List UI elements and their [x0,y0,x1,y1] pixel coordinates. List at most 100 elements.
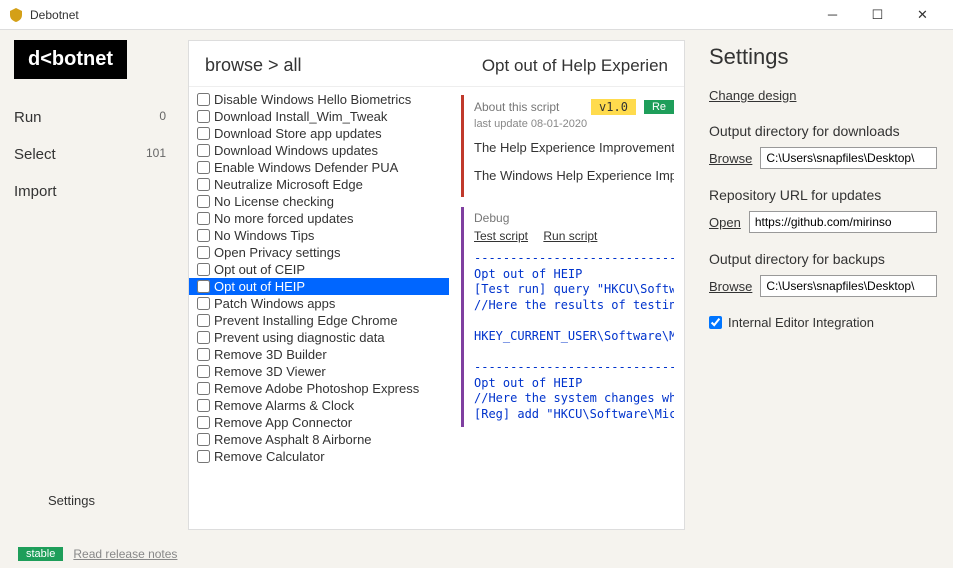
window-title: Debotnet [30,8,810,22]
about-panel: About this script v1.0 Re last update 08… [461,95,684,197]
script-label: Patch Windows apps [214,296,335,311]
output-backups-label: Output directory for backups [709,251,937,267]
script-label: Opt out of CEIP [214,262,305,277]
output-backups-input[interactable] [760,275,937,297]
script-label: Remove Calculator [214,449,325,464]
browse-backups-link[interactable]: Browse [709,279,752,294]
script-label: Remove Alarms & Clock [214,398,354,413]
script-checkbox[interactable] [197,127,210,140]
script-checkbox[interactable] [197,450,210,463]
breadcrumb: browse > all Opt out of Help Experien [189,41,684,87]
script-item[interactable]: Enable Windows Defender PUA [189,159,449,176]
script-item[interactable]: Download Install_Wim_Tweak [189,108,449,125]
script-label: Remove 3D Builder [214,347,327,362]
close-button[interactable]: ✕ [900,0,945,30]
script-checkbox[interactable] [197,110,210,123]
minimize-button[interactable]: ─ [810,0,855,30]
statusbar: stable Read release notes [0,540,953,568]
script-item[interactable]: Opt out of HEIP [189,278,449,295]
script-item[interactable]: No License checking [189,193,449,210]
script-checkbox[interactable] [197,263,210,276]
about-heading: About this script [474,100,559,114]
script-item[interactable]: Neutralize Microsoft Edge [189,176,449,193]
script-item[interactable]: Disable Windows Hello Biometrics [189,91,449,108]
script-item[interactable]: Download Windows updates [189,142,449,159]
script-item[interactable]: Download Store app updates [189,125,449,142]
breadcrumb-path: browse > all [205,55,302,76]
app-icon [8,7,24,23]
script-checkbox[interactable] [197,280,210,293]
script-checkbox[interactable] [197,365,210,378]
script-list[interactable]: Disable Windows Hello Biometrics Download… [189,87,449,529]
script-checkbox[interactable] [197,246,210,259]
repo-url-input[interactable] [749,211,937,233]
script-item[interactable]: Prevent using diagnostic data [189,329,449,346]
script-item[interactable]: Prevent Installing Edge Chrome [189,312,449,329]
script-label: Open Privacy settings [214,245,340,260]
script-item[interactable]: Remove App Connector [189,414,449,431]
nav-import[interactable]: Import [14,173,166,210]
change-design-link[interactable]: Change design [709,88,796,103]
test-script-link[interactable]: Test script [474,229,528,243]
script-item[interactable]: Remove 3D Viewer [189,363,449,380]
script-checkbox[interactable] [197,229,210,242]
script-label: Remove Asphalt 8 Airborne [214,432,372,447]
script-item[interactable]: Remove Alarms & Clock [189,397,449,414]
script-checkbox[interactable] [197,297,210,310]
script-checkbox[interactable] [197,331,210,344]
app-logo: d<botnet [14,40,127,79]
script-label: Remove App Connector [214,415,352,430]
script-checkbox[interactable] [197,212,210,225]
output-downloads-input[interactable] [760,147,937,169]
last-update: last update 08-01-2020 [474,118,674,130]
stable-badge: stable [18,547,63,561]
script-checkbox[interactable] [197,399,210,412]
maximize-button[interactable]: ☐ [855,0,900,30]
script-item[interactable]: Remove 3D Builder [189,346,449,363]
release-notes-link[interactable]: Read release notes [73,547,177,561]
debug-panel: Debug Test script Run script -----------… [461,207,684,427]
repo-url-label: Repository URL for updates [709,187,937,203]
script-checkbox[interactable] [197,178,210,191]
editor-integration-checkbox[interactable] [709,316,722,329]
open-repo-link[interactable]: Open [709,215,741,230]
script-checkbox[interactable] [197,433,210,446]
script-label: Remove Adobe Photoshop Express [214,381,419,396]
script-label: No Windows Tips [214,228,314,243]
debug-heading: Debug [474,211,674,225]
script-checkbox[interactable] [197,161,210,174]
nav-settings[interactable]: Settings [48,493,95,508]
script-label: Opt out of HEIP [214,279,305,294]
script-item[interactable]: Opt out of CEIP [189,261,449,278]
script-checkbox[interactable] [197,195,210,208]
settings-title: Settings [709,44,937,70]
browse-downloads-link[interactable]: Browse [709,151,752,166]
page-title: Opt out of Help Experien [482,56,668,76]
script-checkbox[interactable] [197,348,210,361]
settings-panel: Settings Change design Output directory … [693,30,953,540]
nav-select[interactable]: Select 101 [14,136,166,173]
about-p2: The Windows Help Experience Impr disable… [474,166,674,186]
script-item[interactable]: No more forced updates [189,210,449,227]
script-item[interactable]: Remove Adobe Photoshop Express [189,380,449,397]
run-script-link[interactable]: Run script [543,229,597,243]
script-item[interactable]: Remove Calculator [189,448,449,465]
nav-run[interactable]: Run 0 [14,99,166,136]
script-checkbox[interactable] [197,93,210,106]
version-badge: v1.0 [591,99,636,115]
script-checkbox[interactable] [197,416,210,429]
script-checkbox[interactable] [197,382,210,395]
script-item[interactable]: Patch Windows apps [189,295,449,312]
about-p1: The Help Experience Improvement to Micro… [474,138,674,158]
script-label: Disable Windows Hello Biometrics [214,92,411,107]
script-label: Download Windows updates [214,143,378,158]
output-downloads-label: Output directory for downloads [709,123,937,139]
script-checkbox[interactable] [197,314,210,327]
script-item[interactable]: Remove Asphalt 8 Airborne [189,431,449,448]
status-badge: Re [644,100,674,114]
script-item[interactable]: No Windows Tips [189,227,449,244]
script-label: No License checking [214,194,334,209]
script-label: Download Install_Wim_Tweak [214,109,387,124]
script-checkbox[interactable] [197,144,210,157]
script-item[interactable]: Open Privacy settings [189,244,449,261]
